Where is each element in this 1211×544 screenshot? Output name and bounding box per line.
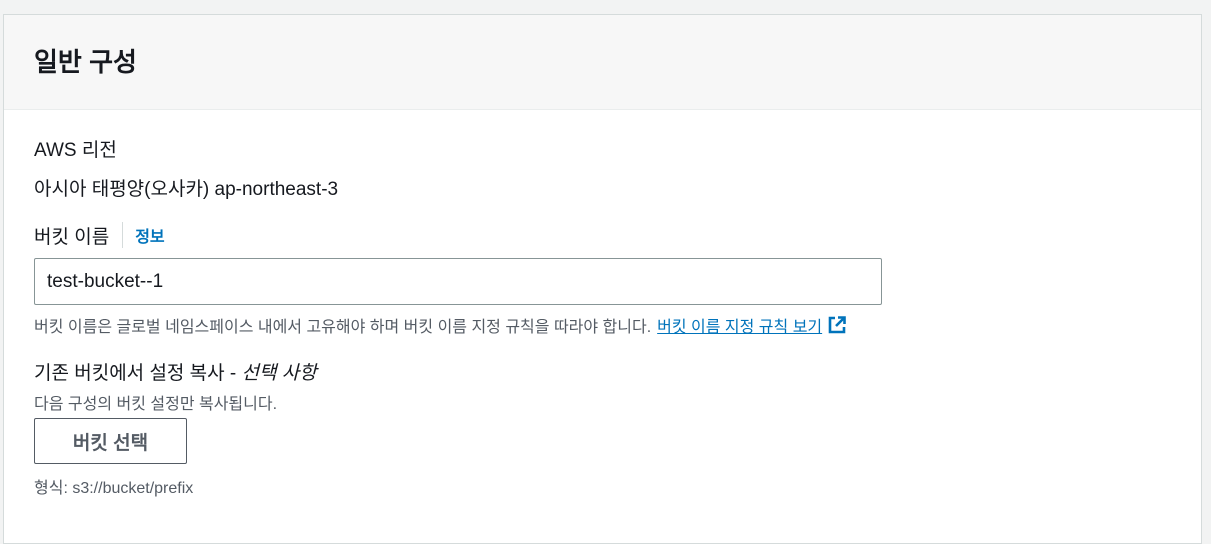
bucket-name-hint-text: 버킷 이름은 글로벌 네임스페이스 내에서 고유해야 하며 버킷 이름 지정 규… <box>34 319 652 336</box>
region-label: AWS 리전 <box>34 140 117 161</box>
naming-rules-link-text[interactable]: 버킷 이름 지정 규칙 보기 <box>657 313 822 337</box>
bucket-name-label: 버킷 이름 <box>34 226 110 248</box>
divider <box>122 222 124 248</box>
external-link-icon <box>828 316 846 334</box>
copy-settings-description: 다음 구성의 버킷 설정만 복사됩니다. <box>34 396 278 413</box>
format-hint: 형식: s3://bucket/prefix <box>34 480 194 497</box>
copy-settings-label-text: 기존 버킷에서 설정 복사 - <box>34 363 237 384</box>
panel-header: 일반 구성 <box>4 15 1201 110</box>
bucket-name-input[interactable] <box>34 258 882 305</box>
region-value: 아시아 태평양(오사카) ap-northeast-3 <box>34 179 339 200</box>
bucket-name-hint: 버킷 이름은 글로벌 네임스페이스 내에서 고유해야 하며 버킷 이름 지정 규… <box>34 313 847 337</box>
general-configuration-panel: 일반 구성 AWS 리전 아시아 태평양(오사카) ap-northeast-3… <box>3 14 1202 544</box>
choose-bucket-button[interactable]: 버킷 선택 <box>34 418 187 464</box>
copy-settings-label: 기존 버킷에서 설정 복사 - 선택 사항 <box>34 358 317 385</box>
naming-rules-link[interactable]: 버킷 이름 지정 규칙 보기 <box>657 313 847 337</box>
bucket-name-label-row: 버킷 이름 정보 <box>34 222 165 248</box>
section-title: 일반 구성 <box>34 46 137 77</box>
optional-tag: 선택 사항 <box>241 363 317 384</box>
info-link[interactable]: 정보 <box>135 223 164 247</box>
